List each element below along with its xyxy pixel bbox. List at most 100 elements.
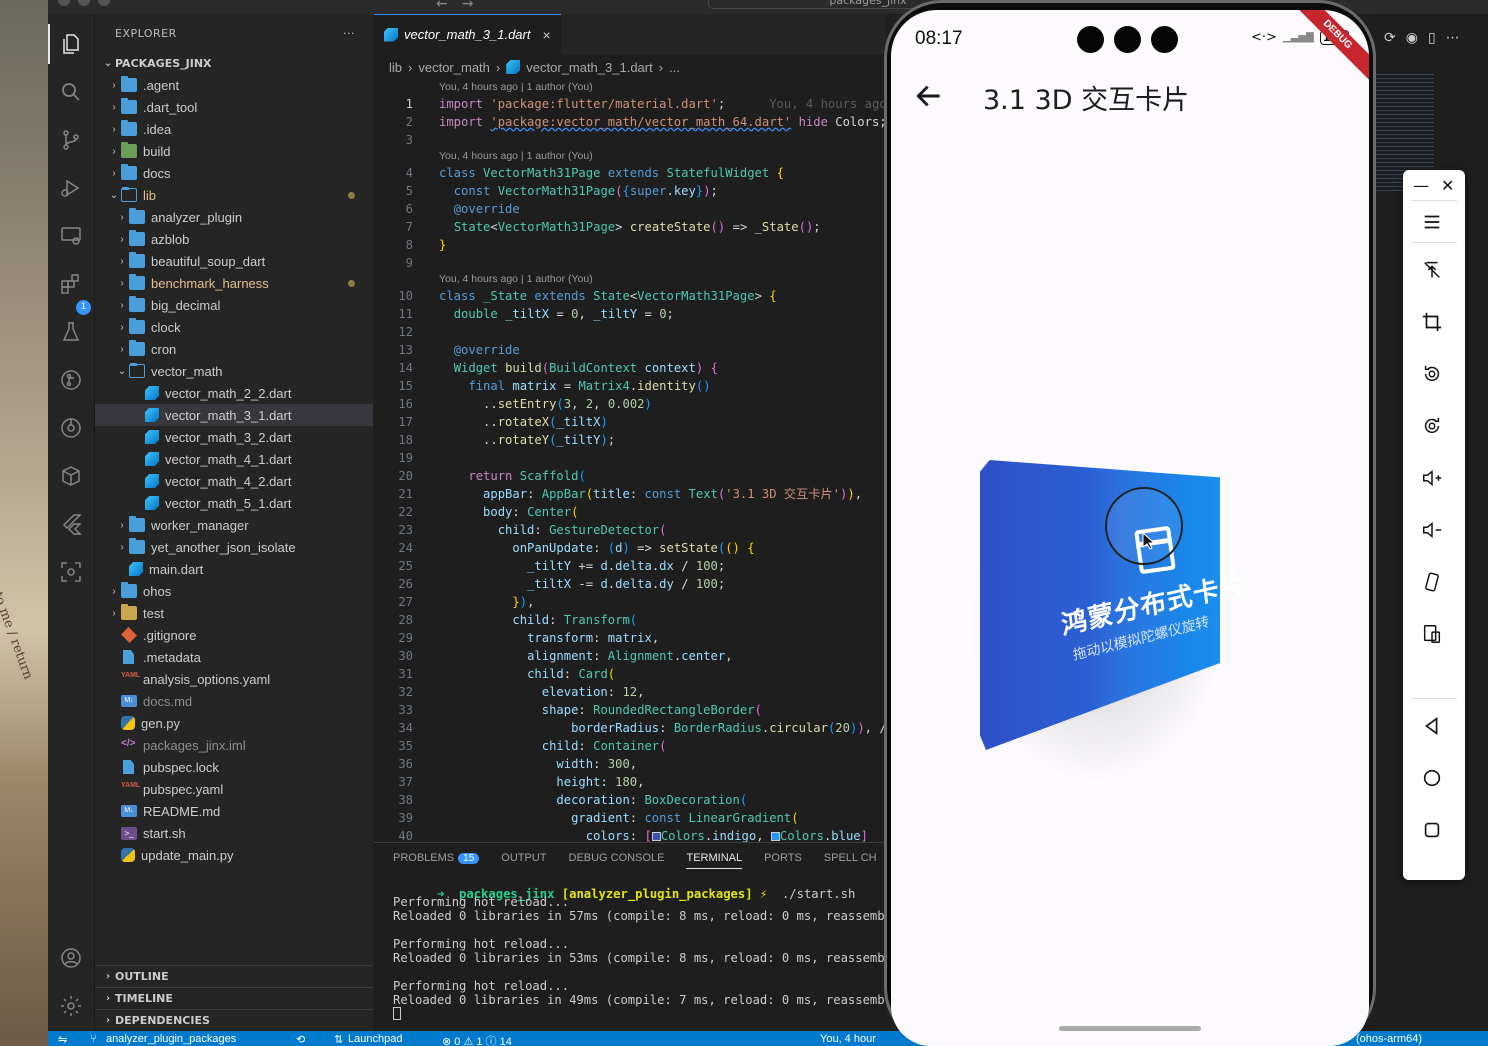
breadcrumb-item[interactable]: ... (669, 60, 680, 75)
code-editor[interactable]: You, 4 hours ago | 1 author (You) 1 impor… (374, 80, 886, 842)
rotate-right-icon[interactable] (1419, 413, 1445, 439)
tree-folder[interactable]: › cron (95, 338, 373, 360)
git-graph-status-icon[interactable]: ⇅ (334, 1033, 343, 1046)
codelens-blame[interactable]: You, 4 hours ago | 1 author (You) (374, 149, 886, 164)
docker-cube-icon[interactable] (57, 462, 85, 490)
source-control-icon[interactable] (57, 126, 85, 154)
tree-file[interactable]: update_main.py (95, 844, 373, 866)
sidebar-section-dependencies[interactable]: › DEPENDENCIES (95, 1009, 373, 1031)
testing-flask-icon[interactable] (57, 318, 85, 346)
back-arrow-icon[interactable] (913, 80, 945, 112)
extensions-icon[interactable] (57, 270, 85, 298)
tree-folder[interactable]: › .dart_tool (95, 96, 373, 118)
panel-tab-spell-ch[interactable]: SPELL CH (824, 852, 877, 864)
tree-file[interactable]: .gitignore (95, 624, 373, 646)
tree-file[interactable]: YAML analysis_options.yaml (95, 668, 373, 690)
tree-folder[interactable]: › build (95, 140, 373, 162)
tree-folder[interactable]: › azblob (95, 228, 373, 250)
tree-folder[interactable]: › beautiful_soup_dart (95, 250, 373, 272)
tree-folder[interactable]: › big_decimal (95, 294, 373, 316)
tree-file[interactable]: vector_math_2_2.dart (95, 382, 373, 404)
sidebar-section-timeline[interactable]: › TIMELINE (95, 987, 373, 1009)
close-emulator-button[interactable]: ✕ (1441, 176, 1454, 195)
explorer-more-button[interactable]: ··· (343, 27, 355, 40)
tree-folder[interactable]: › clock (95, 316, 373, 338)
scan-icon[interactable] (57, 558, 85, 586)
tree-folder[interactable]: › docs (95, 162, 373, 184)
tree-folder[interactable]: › analyzer_plugin (95, 206, 373, 228)
tree-folder[interactable]: › test (95, 602, 373, 624)
run-debug-icon[interactable] (57, 174, 85, 202)
tree-file[interactable]: vector_math_3_2.dart (95, 426, 373, 448)
tree-folder[interactable]: › worker_manager (95, 514, 373, 536)
problems-summary[interactable]: ⊗ 0 ⚠ 1 ⓘ 14 (442, 1033, 512, 1046)
launchpad-label[interactable]: Launchpad (348, 1033, 402, 1045)
home-indicator[interactable] (1059, 1026, 1201, 1031)
git-branch-label[interactable]: analyzer_plugin_packages (106, 1033, 236, 1045)
tree-file[interactable]: </> packages_jinx.iml (95, 734, 373, 756)
nav-home-icon[interactable] (1419, 765, 1445, 791)
tree-file[interactable]: pubspec.lock (95, 756, 373, 778)
panel-tab-debug-console[interactable]: DEBUG CONSOLE (569, 852, 665, 864)
crop-icon[interactable] (1419, 309, 1445, 335)
tree-folder[interactable]: › benchmark_harness (95, 272, 373, 294)
multi-device-icon[interactable] (1419, 621, 1445, 647)
tree-file[interactable]: vector_math_4_2.dart (95, 470, 373, 492)
tree-file[interactable]: YAML pubspec.yaml (95, 778, 373, 800)
volume-up-icon[interactable] (1419, 465, 1445, 491)
nav-arrows[interactable]: ←→ (436, 0, 487, 12)
phone-screen[interactable]: 08:17 <·> ▁▃▅▇ 100 DEBUG 3.1 3D 交互卡片 鸿蒙分… (891, 10, 1369, 1046)
tree-folder[interactable]: ⌄ vector_math (95, 360, 373, 382)
nav-back-icon[interactable] (1419, 713, 1445, 739)
settings-gear-icon[interactable] (57, 992, 85, 1020)
explorer-icon[interactable] (48, 24, 85, 64)
search-icon[interactable] (57, 78, 85, 106)
sidebar-section-outline[interactable]: › OUTLINE (95, 965, 373, 987)
tree-file[interactable]: main.dart (95, 558, 373, 580)
tree-file[interactable]: gen.py (95, 712, 373, 734)
codelens-blame[interactable]: You, 4 hours ago | 1 author (You) (374, 272, 886, 287)
breadcrumb-item[interactable]: vector_math (418, 60, 490, 75)
minimize-toolbar-button[interactable]: — (1413, 176, 1429, 195)
panel-tab-terminal[interactable]: TERMINAL (686, 852, 743, 869)
codelens-blame[interactable]: You, 4 hours ago | 1 author (You) (374, 80, 886, 95)
volume-down-icon[interactable] (1419, 517, 1445, 543)
shake-icon[interactable] (1419, 569, 1445, 595)
terminal[interactable]: ➜ packages_jinx [analyzer_plugin_package… (374, 873, 886, 1021)
breadcrumb-item[interactable]: lib (389, 60, 402, 75)
remote-explorer-icon[interactable] (57, 222, 85, 250)
tree-file[interactable]: >_ start.sh (95, 822, 373, 844)
rotate-left-icon[interactable] (1419, 361, 1445, 387)
panel-tab-problems[interactable]: PROBLEMS 15 (393, 852, 480, 864)
no-touch-icon[interactable] (1419, 257, 1445, 283)
panel-tab-ports[interactable]: PORTS (764, 852, 802, 864)
git-lens-icon[interactable] (57, 414, 85, 442)
editor-tab-active[interactable]: vector_math_3_1.dart × (374, 14, 561, 54)
minimize-window-button[interactable] (78, 0, 90, 6)
tree-folder[interactable]: ⌄ lib (95, 184, 373, 206)
tree-folder[interactable]: › .agent (95, 74, 373, 96)
tree-file[interactable]: vector_math_5_1.dart (95, 492, 373, 514)
menu-icon[interactable] (1419, 209, 1445, 235)
sync-icon[interactable]: ⟲ (296, 1033, 305, 1046)
zoom-window-button[interactable] (98, 0, 110, 6)
tree-file[interactable]: .metadata (95, 646, 373, 668)
accounts-icon[interactable] (57, 944, 85, 972)
close-window-button[interactable] (58, 0, 70, 6)
tree-file[interactable]: vector_math_4_1.dart (95, 448, 373, 470)
flutter-icon[interactable] (57, 510, 85, 538)
remote-indicator-icon[interactable]: ⇋ (58, 1033, 67, 1046)
git-graph-icon[interactable] (57, 366, 85, 394)
blame-status[interactable]: You, 4 hour (820, 1033, 876, 1045)
tree-folder[interactable]: › yet_another_json_isolate (95, 536, 373, 558)
tree-folder[interactable]: › ohos (95, 580, 373, 602)
tree-file[interactable]: M↓ README.md (95, 800, 373, 822)
panel-tab-output[interactable]: OUTPUT (501, 852, 546, 864)
breadcrumb-item[interactable]: vector_math_3_1.dart (526, 60, 652, 75)
device-target[interactable]: (ohos-arm64) (1356, 1033, 1422, 1045)
tree-folder[interactable]: › .idea (95, 118, 373, 140)
tree-file[interactable]: vector_math_3_1.dart (95, 404, 373, 426)
tree-file[interactable]: M↓ docs.md (95, 690, 373, 712)
editor-actions-icons[interactable]: ⟳◉▯⋯ (1384, 30, 1470, 46)
workspace-root[interactable]: ⌄ PACKAGES_JINX (95, 52, 373, 74)
